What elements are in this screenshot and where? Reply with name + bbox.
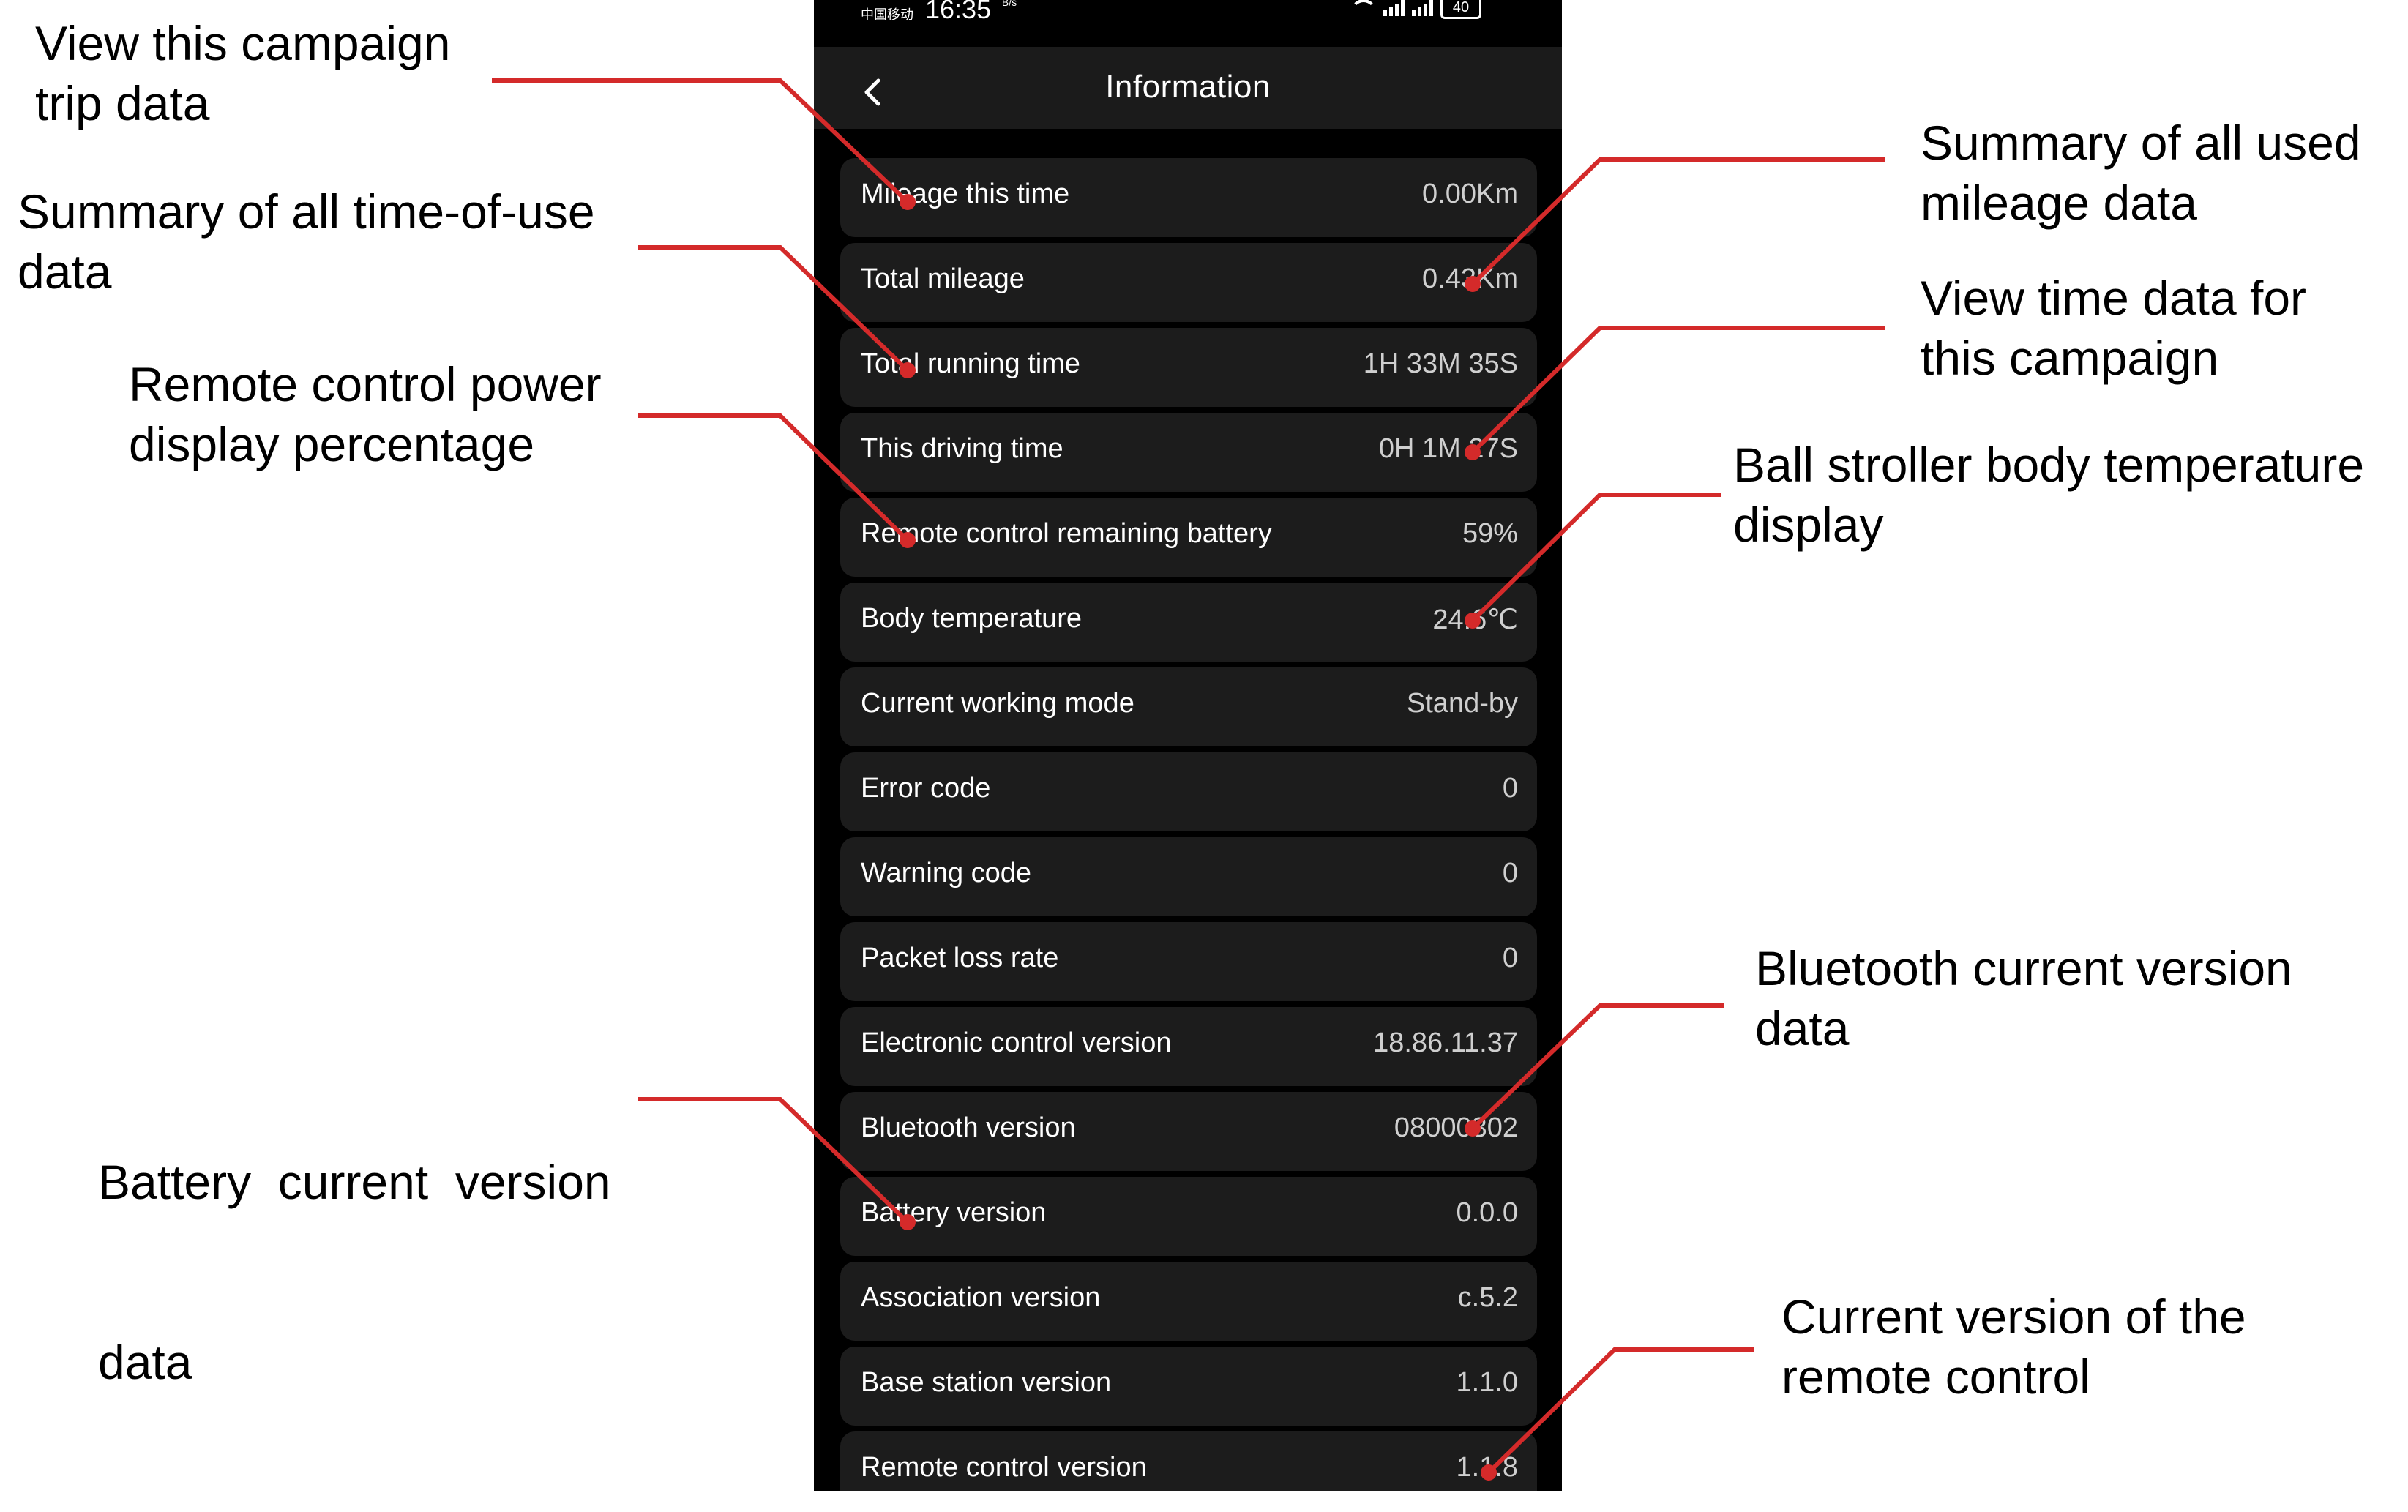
callout-line: display percentage xyxy=(129,417,535,471)
callout-line: Summary of all used xyxy=(1921,116,2361,170)
info-row-value: 0 xyxy=(1502,773,1518,804)
info-row-value: c.5.2 xyxy=(1457,1282,1518,1313)
info-row-value: 0.43Km xyxy=(1422,263,1518,294)
callout-remote-version: Current version of the remote control xyxy=(1781,1287,2246,1407)
info-row-value: 0.0.0 xyxy=(1456,1197,1518,1228)
callout-line: Current version of the xyxy=(1781,1290,2246,1344)
callout-line: Bluetooth current version xyxy=(1755,941,2292,995)
info-row-label: Body temperature xyxy=(861,603,1083,634)
signal-icon-2 xyxy=(1412,0,1433,16)
info-row-label: Total running time xyxy=(861,348,1080,379)
info-row-value: 1H 33M 35S xyxy=(1363,348,1518,379)
status-bar: 中国移动 16:35 B/s 40 xyxy=(814,0,1562,26)
info-row: Electronic control version 18.86.11.37 xyxy=(840,1007,1537,1086)
info-row: Warning code 0 xyxy=(840,837,1537,916)
info-row: Base station version 1.1.0 xyxy=(840,1347,1537,1426)
info-row-label: Packet loss rate xyxy=(861,943,1059,973)
callout-line: Ball stroller body temperature xyxy=(1733,438,2365,492)
info-row: Body temperature 24.6℃ xyxy=(840,583,1537,662)
callout-line: Battery current version xyxy=(98,1155,611,1209)
info-row-label: This driving time xyxy=(861,433,1063,464)
info-row: Remote control version 1.1.8 xyxy=(840,1431,1537,1491)
info-row-label: Association version xyxy=(861,1282,1101,1313)
callout-line: data xyxy=(18,244,112,299)
callout-time-of-use: Summary of all time-of-use data xyxy=(18,181,595,302)
info-row-label: Remote control remaining battery xyxy=(861,518,1272,549)
status-time: 16:35 xyxy=(925,0,992,24)
signal-icon xyxy=(1383,0,1405,16)
callout-line: Remote control power xyxy=(129,357,602,411)
info-row: Current working mode Stand-by xyxy=(840,667,1537,746)
wifi-icon xyxy=(1348,0,1377,15)
info-row-value: 59% xyxy=(1462,518,1518,549)
callout-used-mileage: Summary of all used mileage data xyxy=(1921,113,2361,233)
annotated-screenshot: 中国移动 16:35 B/s 40 Information Mileage th… xyxy=(0,0,2408,1491)
callout-line: remote control xyxy=(1781,1350,2090,1404)
callout-line: data xyxy=(1755,1001,1850,1055)
info-row: Total running time 1H 33M 35S xyxy=(840,328,1537,407)
callout-campaign-trip: View this campaign trip data xyxy=(35,13,450,133)
info-row-value: 0.00Km xyxy=(1422,179,1518,209)
info-row-value: 1.1.8 xyxy=(1456,1452,1518,1483)
info-row-value: 1.1.0 xyxy=(1456,1367,1518,1398)
callout-battery-version: Battery current version data xyxy=(98,1032,611,1512)
info-row-value: 18.86.11.37 xyxy=(1373,1028,1518,1058)
network-speed: B/s xyxy=(1001,0,1017,8)
callout-line: View this campaign xyxy=(35,16,451,70)
callout-line: data xyxy=(98,1335,192,1389)
info-row-label: Electronic control version xyxy=(861,1028,1172,1058)
callout-line: View time data for xyxy=(1921,271,2307,325)
info-row-value: 24.6℃ xyxy=(1432,605,1518,635)
info-row-label: Mileage this time xyxy=(861,179,1070,209)
info-row: Battery version 0.0.0 xyxy=(840,1177,1537,1256)
info-row-label: Total mileage xyxy=(861,263,1025,294)
info-row-value: 0H 1M 27S xyxy=(1378,433,1518,464)
info-row-label: Battery version xyxy=(861,1197,1047,1228)
phone-screen: 中国移动 16:35 B/s 40 Information Mileage th… xyxy=(814,0,1562,1491)
info-row-label: Current working mode xyxy=(861,688,1134,719)
info-row: Error code 0 xyxy=(840,752,1537,831)
app-header: Information xyxy=(814,47,1562,129)
callout-line: this campaign xyxy=(1921,331,2219,385)
info-row: Association version c.5.2 xyxy=(840,1262,1537,1341)
info-row: Remote control remaining battery 59% xyxy=(840,498,1537,577)
info-row: Packet loss rate 0 xyxy=(840,922,1537,1001)
info-row-value: 0 xyxy=(1502,858,1518,888)
status-icons: 40 xyxy=(1348,0,1481,19)
callout-campaign-time: View time data for this campaign xyxy=(1921,268,2306,388)
callout-body-temperature: Ball stroller body temperature display xyxy=(1733,435,2364,555)
info-row-label: Error code xyxy=(861,773,991,804)
info-row: This driving time 0H 1M 27S xyxy=(840,413,1537,492)
info-row-value: 0 xyxy=(1502,943,1518,973)
info-row: Bluetooth version 08000302 xyxy=(840,1092,1537,1171)
info-row-label: Base station version xyxy=(861,1367,1112,1398)
info-row: Total mileage 0.43Km xyxy=(840,243,1537,322)
callout-line: trip data xyxy=(35,76,210,130)
callout-bluetooth-version: Bluetooth current version data xyxy=(1755,938,2292,1058)
callout-remote-power: Remote control power display percentage xyxy=(129,354,602,474)
page-title: Information xyxy=(1105,69,1271,105)
info-row-label: Remote control version xyxy=(861,1452,1147,1483)
info-row-label: Bluetooth version xyxy=(861,1112,1076,1143)
callout-line: Summary of all time-of-use xyxy=(18,184,595,239)
carrier-label: 中国移动 xyxy=(861,7,913,22)
callout-line: display xyxy=(1733,498,1884,552)
info-row-value: 08000302 xyxy=(1394,1112,1518,1143)
callout-line: mileage data xyxy=(1921,176,2197,230)
info-row-value: Stand-by xyxy=(1406,688,1518,719)
battery-icon: 40 xyxy=(1440,0,1481,19)
info-row: Mileage this time 0.00Km xyxy=(840,158,1537,237)
info-row-label: Warning code xyxy=(861,858,1032,888)
